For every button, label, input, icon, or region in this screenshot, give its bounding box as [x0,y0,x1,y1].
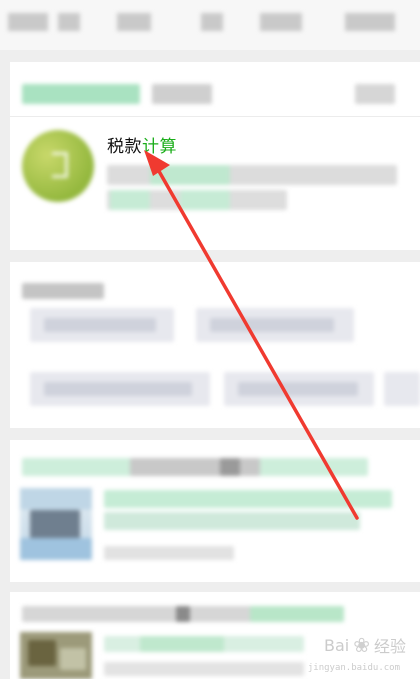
tab-item[interactable] [201,13,223,31]
divider [10,116,420,117]
app-logo-icon [52,152,68,178]
tab-item[interactable] [58,13,80,31]
tab-item[interactable] [345,13,395,31]
title-text: 税款 [107,137,142,157]
watermark-url: jingyan.baidu.com [307,663,400,673]
tab-item[interactable] [8,13,48,31]
tab-item[interactable] [260,13,302,31]
top-tab-bar [0,0,420,50]
article-thumbnail [20,488,92,560]
tab-item[interactable] [117,13,151,31]
watermark: Bai ❀ 经验 [324,633,406,657]
watermark-suffix: 经验 [373,637,406,656]
article-thumbnail [20,632,92,679]
watermark-brand: Bai [323,635,350,655]
baidu-paw-icon: ❀ [353,633,370,657]
search-result-title[interactable]: 税款计算 [107,136,177,158]
mini-program-avatar[interactable] [22,130,94,202]
title-highlight-text: 计算 [142,137,177,157]
related-search-chip[interactable] [384,372,420,406]
